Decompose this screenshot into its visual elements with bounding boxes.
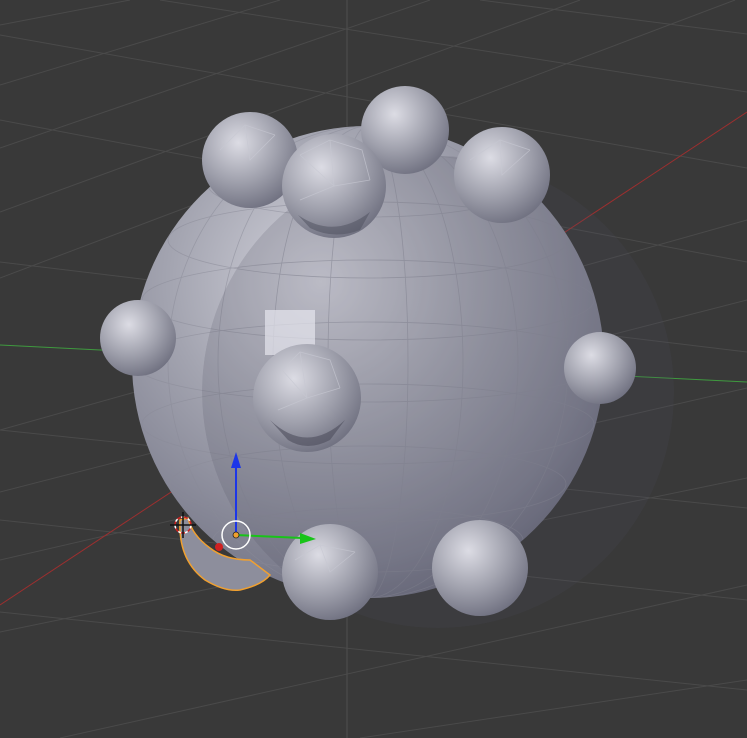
object-origin-icon[interactable] [232, 531, 240, 539]
3d-viewport[interactable] [0, 0, 747, 738]
bump-left[interactable] [100, 300, 176, 376]
gizmo-x-handle[interactable] [215, 543, 223, 551]
viewport-canvas[interactable] [0, 0, 747, 738]
bump-right[interactable] [564, 332, 636, 404]
bump-bottom-right[interactable] [432, 520, 528, 616]
